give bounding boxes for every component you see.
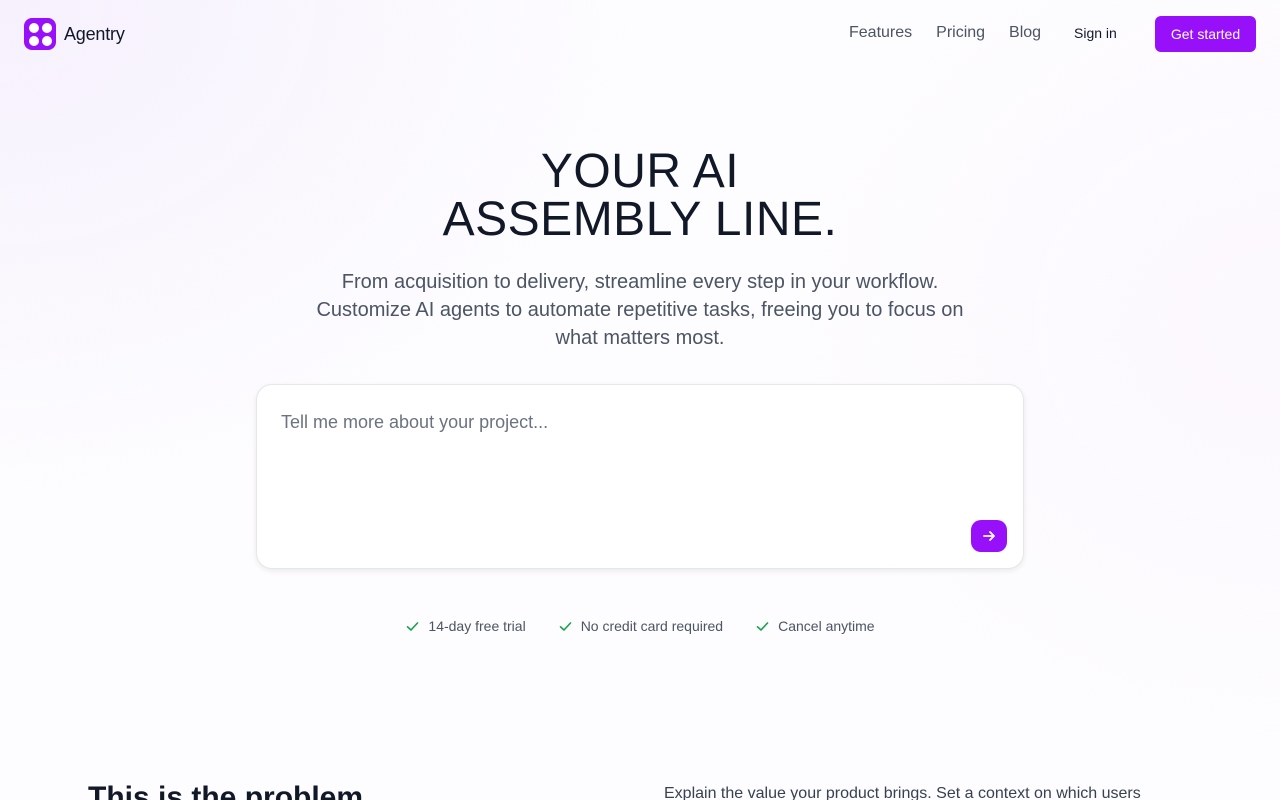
perk-item: Cancel anytime	[755, 618, 875, 634]
four-dots-icon	[24, 18, 56, 50]
perk-item: No credit card required	[558, 618, 723, 634]
perk-item: 14-day free trial	[405, 618, 526, 634]
problem-description: Explain the value your product brings. S…	[664, 785, 1141, 800]
project-prompt-input[interactable]	[281, 412, 981, 502]
perk-label: No credit card required	[580, 618, 724, 634]
hero-title-line-1: YOUR AI	[540, 145, 740, 198]
perks-list: 14-day free trial No credit card require…	[0, 618, 1280, 634]
arrow-right-icon	[983, 531, 995, 541]
check-icon	[407, 621, 419, 631]
main-nav: Features Pricing Blog	[849, 24, 1041, 42]
brand-home-link[interactable]: Agentry	[24, 18, 125, 50]
check-icon	[559, 621, 571, 631]
perk-label: Cancel anytime	[778, 618, 875, 634]
hero-subtitle: From acquisition to delivery, streamline…	[316, 271, 964, 349]
perk-label: 14-day free trial	[428, 618, 526, 634]
get-started-button[interactable]: Get started	[1155, 16, 1256, 52]
nav-link-features[interactable]: Features	[849, 24, 912, 42]
nav-link-pricing[interactable]: Pricing	[936, 24, 985, 42]
hero-title-line-2: ASSEMBLY LINE.	[442, 193, 838, 246]
send-button[interactable]	[971, 520, 1007, 552]
sign-in-link[interactable]: Sign in	[1074, 25, 1117, 41]
brand-name: Agentry	[64, 23, 125, 44]
hero-title: YOUR AI ASSEMBLY LINE.	[0, 148, 1280, 244]
nav-link-blog[interactable]: Blog	[1009, 24, 1041, 42]
problem-heading: This is the problem	[88, 781, 364, 800]
prompt-box	[256, 384, 1024, 569]
check-icon	[756, 621, 769, 631]
site-header: Agentry Features Pricing Blog Sign in Ge…	[0, 0, 1280, 68]
